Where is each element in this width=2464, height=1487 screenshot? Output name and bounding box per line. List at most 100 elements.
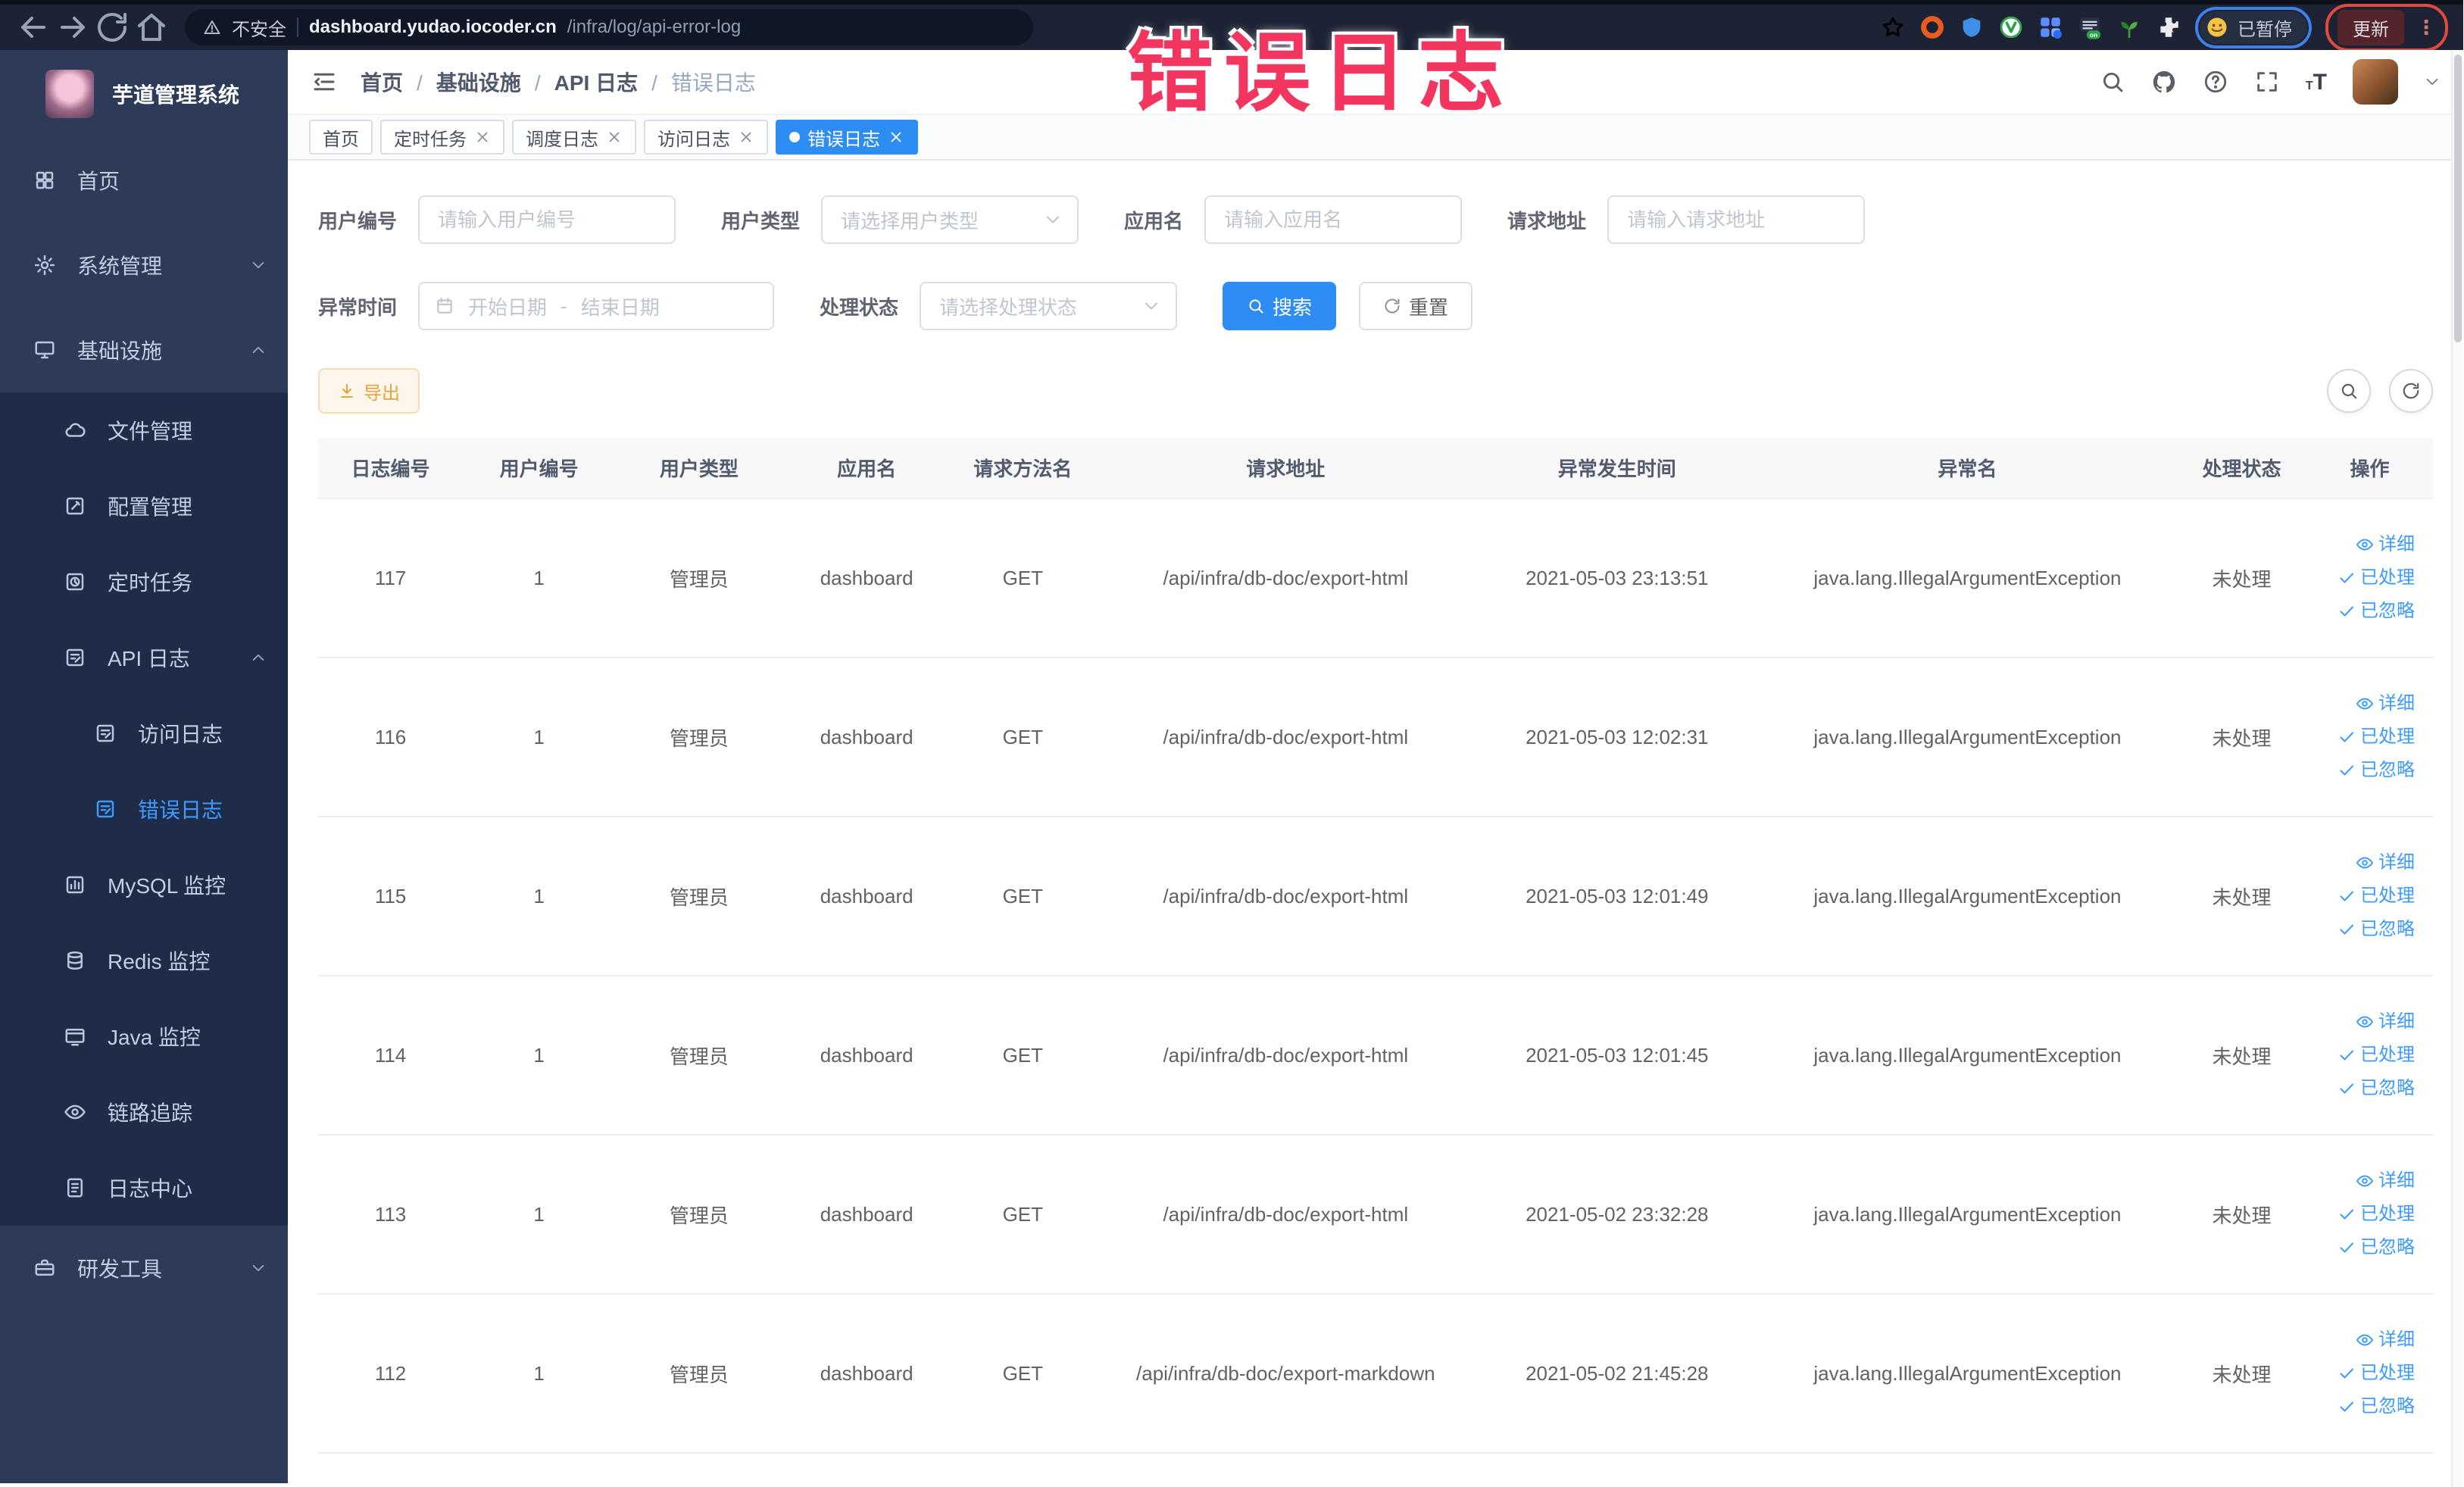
- reset-button[interactable]: 重置: [1359, 282, 1473, 330]
- sidebar-fold-icon[interactable]: [311, 68, 338, 95]
- fullscreen-icon[interactable]: [2254, 69, 2280, 95]
- browser-forward-icon[interactable]: [55, 9, 91, 45]
- breadcrumb-item[interactable]: 基础设施: [436, 67, 554, 97]
- profile-paused-pill[interactable]: 已暂停: [2200, 11, 2307, 44]
- action-detail-link[interactable]: 详细: [2314, 850, 2415, 876]
- github-icon[interactable]: [2151, 69, 2177, 95]
- browser-update-button[interactable]: 更新: [2338, 9, 2404, 45]
- sidebar-item-dev-tools[interactable]: 研发工具: [0, 1226, 288, 1310]
- user-id-input[interactable]: [418, 195, 676, 244]
- extension-blue-grid-icon[interactable]: [2038, 14, 2063, 40]
- cell-log-id: 115: [318, 817, 464, 976]
- user-type-select[interactable]: 请选择用户类型: [821, 195, 1079, 244]
- action-ignored-link[interactable]: 已忽略: [2314, 917, 2415, 942]
- browser-menu-kebab-icon[interactable]: ⋮: [2416, 17, 2436, 37]
- cell-actions: 详细 已处理 已忽略: [2306, 658, 2433, 817]
- browser-home-icon[interactable]: [133, 9, 170, 45]
- action-processed-link[interactable]: 已处理: [2314, 1360, 2415, 1386]
- table-row: 115 1 管理员 dashboard GET/api/infra/db-doc/exp…: [318, 817, 2433, 976]
- action-ignored-link[interactable]: 已忽略: [2314, 1394, 2415, 1420]
- tag-access-logs[interactable]: 访问日志: [644, 120, 768, 155]
- cell-request-url: /api/infra/db-doc/export-html: [1095, 976, 1476, 1136]
- filter-app-name: 应用名: [1124, 195, 1463, 244]
- request-url-input[interactable]: [1607, 195, 1866, 244]
- tag-schedule-logs[interactable]: 调度日志: [512, 120, 636, 155]
- action-detail-link[interactable]: 详细: [2314, 1168, 2415, 1194]
- sidebar-item-java-monitor[interactable]: Java 监控: [0, 998, 288, 1074]
- refresh-icon: [2401, 381, 2421, 401]
- sidebar-item-api-logs[interactable]: API 日志: [0, 620, 288, 695]
- refresh-table-button[interactable]: [2389, 369, 2433, 413]
- tag-close-icon[interactable]: [888, 129, 904, 145]
- table-row: 112 1 管理员 dashboard GET/api/infra/db-doc/exp…: [318, 1294, 2433, 1454]
- action-ignored-link[interactable]: 已忽略: [2314, 598, 2415, 624]
- sidebar-item-scheduled-tasks[interactable]: 定时任务: [0, 544, 288, 620]
- search-icon[interactable]: [2100, 69, 2125, 95]
- app-name-input[interactable]: [1204, 195, 1463, 244]
- column-header: 用户类型: [615, 438, 783, 499]
- tags-view: 首页 定时任务 调度日志 访问日志 错误日志: [288, 115, 2463, 161]
- action-processed-link[interactable]: 已处理: [2314, 565, 2415, 591]
- action-processed-link[interactable]: 已处理: [2314, 1201, 2415, 1227]
- sidebar-item-label: Redis 监控: [108, 950, 211, 973]
- sidebar-item-infrastructure[interactable]: 基础设施: [0, 308, 288, 392]
- help-icon[interactable]: [2203, 69, 2228, 95]
- sidebar-item-error-logs[interactable]: 错误日志: [0, 771, 288, 847]
- tag-close-icon[interactable]: [738, 129, 754, 145]
- action-detail-link[interactable]: 详细: [2314, 1009, 2415, 1035]
- exception-time-range-picker[interactable]: 开始日期 - 结束日期: [418, 282, 775, 330]
- action-ignored-link[interactable]: 已忽略: [2314, 1235, 2415, 1261]
- sidebar-item-file-management[interactable]: 文件管理: [0, 392, 288, 468]
- browser-reload-icon[interactable]: [94, 9, 130, 45]
- sidebar-item-access-logs[interactable]: 访问日志: [0, 695, 288, 771]
- toggle-search-button[interactable]: [2327, 369, 2371, 413]
- cell-app-name: dashboard: [782, 658, 951, 817]
- extension-sprout-icon[interactable]: [2116, 14, 2142, 40]
- browser-back-icon[interactable]: [15, 9, 52, 45]
- edit-square-icon: [64, 495, 86, 517]
- sidebar-item-tracing[interactable]: 链路追踪: [0, 1074, 288, 1150]
- extensions-puzzle-icon[interactable]: [2156, 14, 2181, 40]
- sidebar-logo-row[interactable]: 芋道管理系统: [0, 50, 288, 138]
- sidebar-item-home[interactable]: 首页: [0, 138, 288, 223]
- sidebar-item-redis-monitor[interactable]: Redis 监控: [0, 923, 288, 998]
- action-ignored-link[interactable]: 已忽略: [2314, 1076, 2415, 1101]
- cell-app-name: dashboard: [782, 976, 951, 1136]
- extension-green-v-icon[interactable]: [1998, 14, 2024, 40]
- bookmark-star-icon[interactable]: [1880, 14, 1906, 40]
- export-button[interactable]: 导出: [318, 368, 420, 414]
- paused-label: 已暂停: [2238, 19, 2292, 40]
- action-detail-link[interactable]: 详细: [2314, 1327, 2415, 1353]
- page-scrollbar[interactable]: [2451, 50, 2463, 1487]
- action-processed-link[interactable]: 已处理: [2314, 1042, 2415, 1068]
- user-id-label: 用户编号: [318, 209, 398, 233]
- process-status-select[interactable]: 请选择处理状态: [920, 282, 1178, 330]
- extension-orange-ring-icon[interactable]: [1919, 14, 1945, 40]
- user-type-placeholder: 请选择用户类型: [841, 209, 979, 233]
- address-bar[interactable]: 不安全 dashboard.yudao.iocoder.cn/infra/log…: [185, 9, 1033, 45]
- tag-home[interactable]: 首页: [309, 120, 373, 155]
- tag-close-icon[interactable]: [474, 129, 491, 145]
- cell-method: GET: [950, 976, 1095, 1136]
- action-processed-link[interactable]: 已处理: [2314, 883, 2415, 909]
- extension-blue-shield-icon[interactable]: [1959, 14, 1985, 40]
- tag-close-icon[interactable]: [606, 129, 623, 145]
- extension-switch-on-icon[interactable]: on: [2077, 14, 2103, 40]
- avatar[interactable]: [2353, 59, 2398, 105]
- tag-error-logs[interactable]: 错误日志: [776, 120, 918, 155]
- action-detail-link[interactable]: 详细: [2314, 532, 2415, 558]
- tag-scheduled-tasks[interactable]: 定时任务: [380, 120, 504, 155]
- sidebar-item-mysql-monitor[interactable]: MySQL 监控: [0, 847, 288, 923]
- action-ignored-link[interactable]: 已忽略: [2314, 758, 2415, 783]
- avatar-caret-down-icon[interactable]: [2424, 73, 2441, 90]
- font-size-icon[interactable]: TT: [2306, 71, 2327, 93]
- breadcrumb-item[interactable]: API 日志: [554, 67, 671, 97]
- sidebar-item-log-center[interactable]: 日志中心: [0, 1150, 288, 1226]
- sidebar-item-system-management[interactable]: 系统管理: [0, 223, 288, 308]
- breadcrumb-item[interactable]: 首页: [361, 67, 436, 97]
- action-detail-link[interactable]: 详细: [2314, 691, 2415, 717]
- search-button[interactable]: 搜索: [1223, 282, 1337, 330]
- action-processed-link[interactable]: 已处理: [2314, 724, 2415, 750]
- sidebar-item-config-management[interactable]: 配置管理: [0, 468, 288, 544]
- scrollbar-thumb[interactable]: [2454, 55, 2462, 342]
